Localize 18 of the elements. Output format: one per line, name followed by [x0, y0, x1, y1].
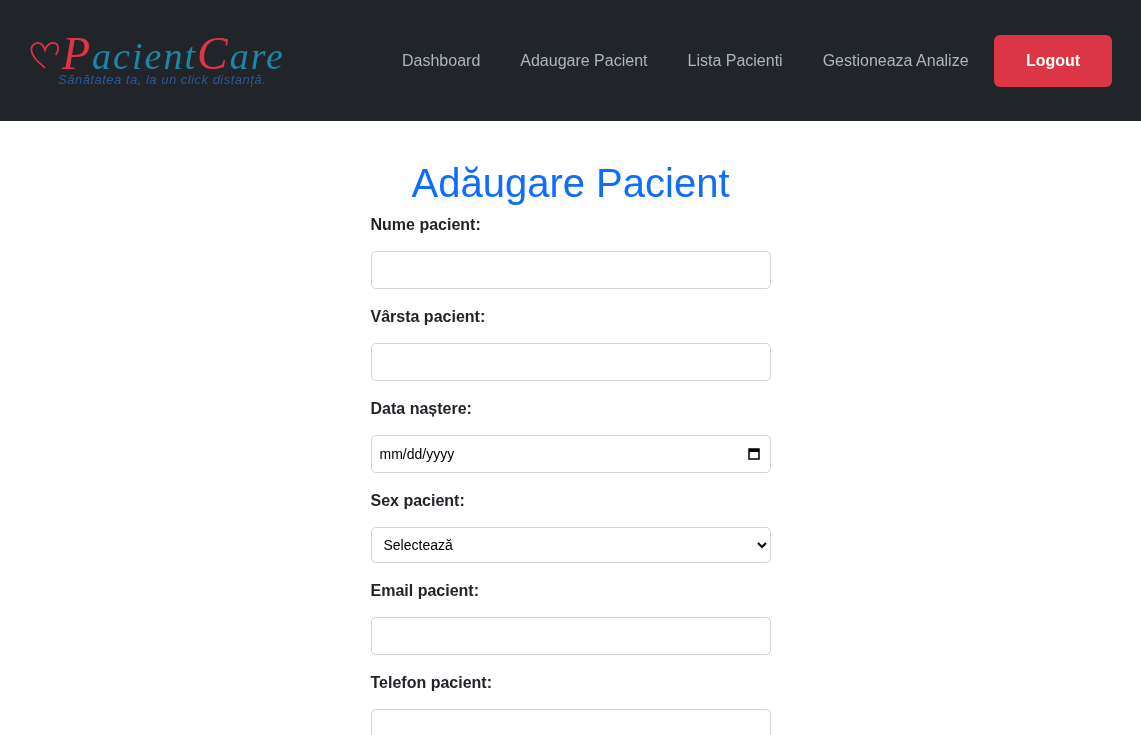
field-label: Vârsta pacient:: [370, 307, 487, 327]
input-field[interactable]: [370, 251, 771, 289]
calendar-icon[interactable]: [747, 448, 760, 460]
field-label: Data naștere:: [370, 399, 473, 419]
field-label: Telefon pacient:: [370, 673, 493, 693]
input-field[interactable]: [370, 617, 771, 655]
select-field[interactable]: Selectează: [370, 527, 771, 563]
field-label: Sex pacient:: [370, 491, 466, 511]
nav-link[interactable]: Adaugare Pacient: [520, 51, 648, 70]
nav-link[interactable]: Lista Pacienti: [687, 51, 783, 70]
field-label: Email pacient:: [370, 581, 480, 601]
nav-link[interactable]: Gestioneaza Analize: [822, 51, 969, 70]
nav-link[interactable]: Dashboard: [402, 51, 481, 70]
field-label: Nume pacient:: [370, 215, 482, 235]
logout-button[interactable]: Logout: [994, 34, 1112, 87]
input-field[interactable]: [370, 343, 771, 381]
page-title: Adăugare Pacient: [411, 160, 730, 207]
date-field[interactable]: mm/dd/yyyy: [370, 435, 771, 473]
